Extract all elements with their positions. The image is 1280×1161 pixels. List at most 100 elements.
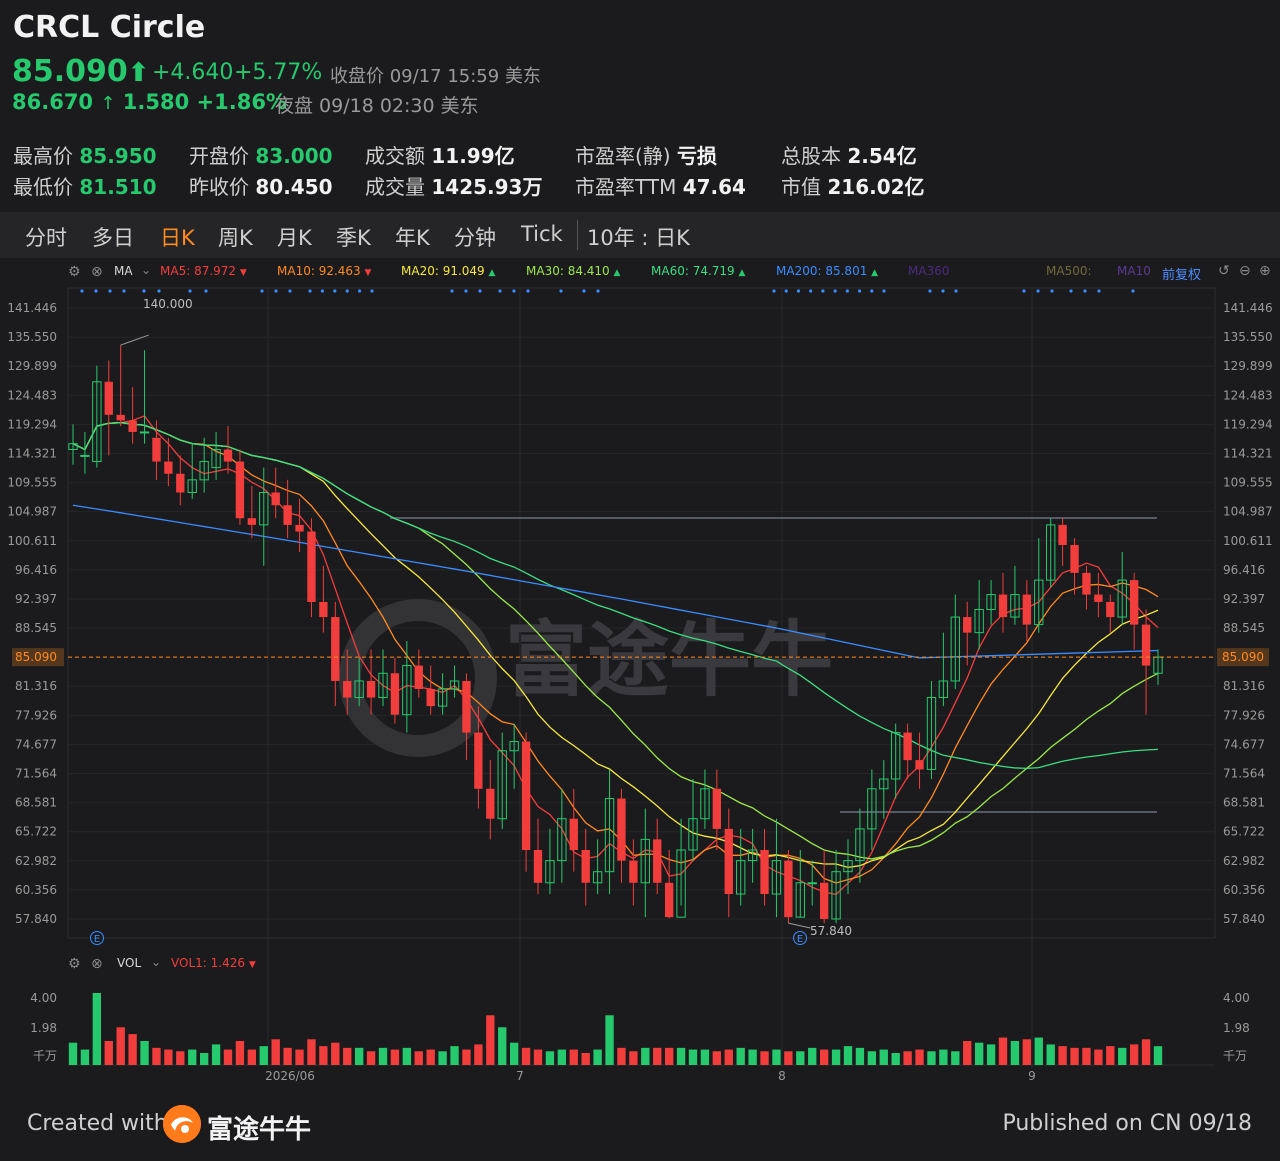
- ma-indicator-dot: [157, 289, 161, 293]
- candle-body-down: [724, 828, 733, 895]
- ma-indicator-dot: [582, 289, 586, 293]
- ma5-legend: MA5: 87.972 ▼: [160, 264, 247, 278]
- volume-bar: [1106, 1046, 1115, 1065]
- ma-indicator-dot: [80, 289, 84, 293]
- candle-body-down: [1058, 524, 1067, 545]
- candle-body-down: [1022, 594, 1032, 625]
- arrow-up-icon: ⬆: [127, 58, 150, 88]
- adjust-button[interactable]: 前复权: [1162, 264, 1201, 283]
- candle-body-down: [283, 505, 292, 525]
- volume-bar: [891, 1052, 900, 1065]
- candle-body-down: [319, 601, 328, 618]
- tab-daily-k[interactable]: 日K: [160, 222, 195, 252]
- stat-turnover-label: 成交额: [365, 144, 425, 168]
- stat-turnover-value: 11.99亿: [431, 144, 515, 168]
- candle-body-down: [569, 818, 578, 850]
- high-marker-label: 140.000: [143, 297, 193, 311]
- y-tick-label-left: 96.416: [15, 563, 57, 577]
- candle-body-down: [653, 839, 662, 883]
- tab-divider: [577, 220, 578, 250]
- vol1-legend: VOL1: 1.426 ▼: [171, 956, 256, 970]
- zoom-in-icon[interactable]: ⊕: [1259, 263, 1271, 279]
- tab-tick[interactable]: Tick: [521, 222, 563, 246]
- tab-monthly-k[interactable]: 月K: [277, 222, 312, 252]
- ma-indicator-dot: [345, 289, 349, 293]
- candle-body-up: [139, 431, 150, 434]
- candle-body-down: [712, 788, 722, 829]
- ext-price-value: 86.670: [12, 90, 94, 114]
- tab-10y-daily[interactable]: 10年 : 日K: [587, 222, 690, 252]
- footer: Created with 富途牛牛 Published on CN 09/18: [0, 1088, 1280, 1161]
- ma-indicator-dot: [784, 289, 788, 293]
- ma30-value: 84.410: [567, 264, 610, 278]
- candle-body-down: [1129, 580, 1139, 625]
- volume-bar: [402, 1047, 412, 1065]
- ma200-value: 85.801: [825, 264, 868, 278]
- ma-indicator-dot: [498, 289, 502, 293]
- zoom-out-icon[interactable]: ⊖: [1239, 263, 1251, 279]
- volume-bar: [915, 1049, 924, 1065]
- ma20-value: 91.049: [442, 264, 485, 278]
- volume-bar: [1010, 1040, 1020, 1065]
- reset-icon[interactable]: ↺: [1218, 263, 1230, 279]
- ma5-name: MA5:: [160, 264, 191, 278]
- stat-prev-close: 昨收价 80.450: [189, 171, 333, 200]
- candle-body-down: [164, 461, 173, 474]
- volume-bar: [116, 1027, 125, 1065]
- stat-high: 最高价 85.950: [13, 140, 157, 169]
- volume-bar: [199, 1052, 209, 1065]
- tab-minute[interactable]: 分钟: [454, 222, 496, 252]
- volume-bar: [784, 1051, 793, 1065]
- volume-bar: [104, 1040, 113, 1065]
- y-tick-label-left: 92.397: [15, 592, 57, 606]
- candle-body-down: [1141, 624, 1151, 666]
- brand-name: 富途牛牛: [207, 1115, 312, 1145]
- ma-indicator-dot: [274, 289, 278, 293]
- ma-indicator-dot: [204, 289, 208, 293]
- ma-indicator-dot: [772, 289, 776, 293]
- y-tick-label-left: 81.316: [15, 679, 57, 693]
- vol-close-icon[interactable]: ⊗: [91, 956, 103, 972]
- vol-y-label-left: 1.98: [30, 1021, 57, 1035]
- low-marker-label: 57.840: [810, 924, 852, 938]
- low-marker-line: [788, 922, 811, 929]
- ma-indicator-dot: [142, 289, 146, 293]
- ma30-legend: MA30: 84.410 ▲: [526, 264, 620, 278]
- close-icon[interactable]: ⊗: [91, 264, 103, 280]
- watermark-text: 富途牛牛: [505, 613, 833, 708]
- ext-change-pct: +1.86%: [196, 90, 287, 114]
- tab-multi-day[interactable]: 多日: [92, 222, 134, 252]
- quote-header: CRCL Circle 85.090⬆ +4.640 +5.77% 收盘价 09…: [0, 0, 1280, 212]
- volume-bar: [903, 1051, 912, 1065]
- volume-bar: [617, 1047, 626, 1065]
- settings-icon[interactable]: ⚙: [68, 264, 81, 280]
- candle-body-down: [1070, 544, 1079, 573]
- y-tick-label-left: 88.545: [15, 621, 57, 635]
- stat-low: 最低价 81.510: [13, 171, 157, 200]
- tab-intraday[interactable]: 分时: [25, 222, 67, 252]
- y-tick-label-right: 129.899: [1223, 359, 1273, 373]
- kline-chart[interactable]: 141.446 141.446 135.550 135.550 129.899 129.8…: [0, 258, 1280, 1088]
- stat-prev-label: 昨收价: [189, 175, 249, 199]
- ma60-name: MA60:: [651, 264, 689, 278]
- tab-yearly-k[interactable]: 年K: [395, 222, 430, 252]
- y-tick-label-left: 71.564: [15, 767, 57, 781]
- volume-bar: [831, 1049, 841, 1065]
- last-price: 85.090⬆: [12, 54, 150, 89]
- y-tick-label-left: 74.677: [15, 737, 57, 751]
- ma200-dir: ▲: [871, 268, 879, 278]
- chevron-down-icon[interactable]: ⌄: [141, 263, 151, 277]
- volume-bar: [331, 1042, 340, 1065]
- candle-body-down: [474, 732, 483, 789]
- volume-bar: [974, 1042, 984, 1065]
- y-tick-label-right: 141.446: [1223, 301, 1273, 315]
- y-tick-label-right: 92.397: [1223, 592, 1265, 606]
- arrow-up-small-icon: ↑: [100, 93, 116, 114]
- vol1-dir: ▼: [248, 960, 256, 970]
- volume-bar: [1070, 1047, 1079, 1065]
- vol-chevron-down-icon[interactable]: ⌄: [151, 955, 161, 969]
- vol-settings-icon[interactable]: ⚙: [68, 956, 81, 972]
- tab-quarterly-k[interactable]: 季K: [336, 222, 371, 252]
- vol-legend: ⚙ ⊗ VOL ⌄ VOL1: 1.426 ▼: [0, 955, 1280, 974]
- tab-weekly-k[interactable]: 周K: [218, 222, 253, 252]
